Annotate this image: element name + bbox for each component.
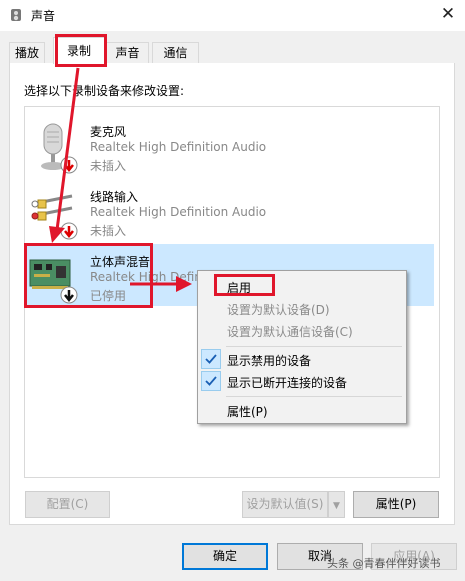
- properties-button[interactable]: 属性(P): [353, 491, 439, 518]
- highlight-box-stereo-mix: [24, 243, 153, 308]
- speaker-icon: [11, 9, 21, 21]
- instruction-text: 选择以下录制设备来修改设置:: [24, 84, 185, 98]
- close-icon[interactable]: ✕: [438, 4, 458, 24]
- chevron-down-icon: ▼: [333, 501, 340, 511]
- menu-item-set-default-comm[interactable]: 设置为默认通信设备(C): [227, 323, 353, 340]
- window-title: 声音: [31, 9, 56, 23]
- watermark: 头条 @青春伴伴好读书: [327, 557, 441, 570]
- tab-playback[interactable]: 播放: [9, 42, 45, 63]
- set-default-button[interactable]: 设为默认值(S): [242, 491, 328, 518]
- device-status: 未插入: [90, 224, 127, 238]
- tab-communications[interactable]: 通信: [152, 42, 199, 63]
- device-name: 线路输入: [90, 190, 139, 204]
- menu-item-show-disabled[interactable]: 显示禁用的设备: [227, 352, 311, 369]
- device-driver: Realtek High Definition Audio: [90, 205, 267, 219]
- menu-item-properties[interactable]: 属性(P): [227, 403, 268, 420]
- check-icon: [201, 371, 221, 391]
- device-status: 未插入: [90, 159, 127, 173]
- menu-item-show-disconnected[interactable]: 显示已断开连接的设备: [227, 374, 347, 391]
- highlight-box-enable: [214, 274, 275, 296]
- menu-item-set-default[interactable]: 设置为默认设备(D): [227, 301, 330, 318]
- title-bar: [0, 0, 465, 31]
- menu-separator: [226, 396, 402, 397]
- configure-button[interactable]: 配置(C): [25, 491, 110, 518]
- device-name: 麦克风: [90, 125, 127, 139]
- line-in-icon: [31, 194, 78, 240]
- tab-sounds[interactable]: 声音: [106, 42, 149, 63]
- check-icon: [201, 349, 221, 369]
- device-driver: Realtek High Definition Audio: [90, 140, 267, 154]
- menu-separator: [226, 346, 402, 347]
- highlight-box-recording-tab: [55, 34, 107, 67]
- microphone-icon: [41, 123, 78, 174]
- set-default-dropdown[interactable]: ▼: [328, 491, 345, 518]
- ok-button[interactable]: 确定: [182, 543, 268, 570]
